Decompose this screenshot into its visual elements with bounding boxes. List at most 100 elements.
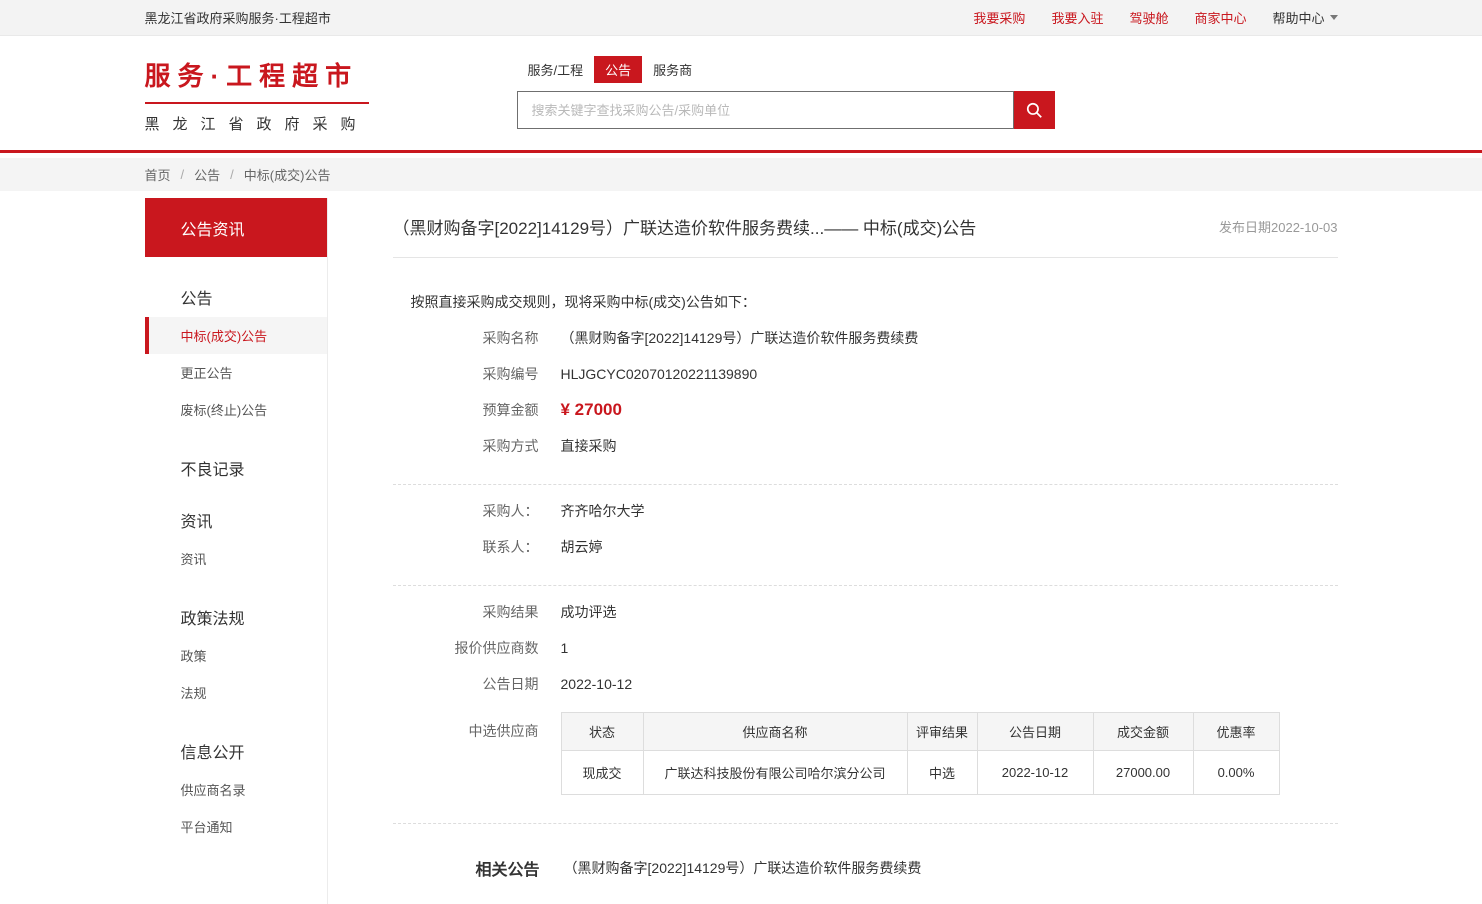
field-value: 胡云婷	[561, 537, 603, 557]
section-divider	[393, 484, 1338, 485]
sidebar-item-news[interactable]: 资讯	[145, 540, 327, 577]
top-utility-bar: 黑龙江省政府采购服务·工程超市 我要采购 我要入驻 驾驶舱 商家中心 帮助中心	[0, 0, 1482, 36]
budget-amount-value: ¥ 27000	[561, 400, 622, 420]
search-scope-tabs: 服务/工程 公告 服务商	[517, 56, 1055, 83]
top-links: 我要采购 我要入驻 驾驶舱 商家中心 帮助中心	[973, 8, 1337, 27]
top-link-purchase[interactable]: 我要采购	[973, 8, 1025, 27]
field-label: 采购名称	[393, 328, 539, 348]
field-value: 成功评选	[561, 602, 617, 622]
field-procurement-name: 采购名称 （黑财购备字[2022]14129号）广联达造价软件服务费续费	[393, 328, 1338, 348]
cell-announcement-date: 2022-10-12	[977, 751, 1093, 795]
breadcrumb-separator: /	[230, 167, 234, 182]
field-purchaser: 采购人： 齐齐哈尔大学	[393, 501, 1338, 521]
cell-status: 现成交	[561, 751, 643, 795]
sidebar-item-award-announcement[interactable]: 中标(成交)公告	[145, 317, 327, 354]
tab-service-provider[interactable]: 服务商	[642, 56, 703, 83]
sidebar-item-correction-announcement[interactable]: 更正公告	[145, 354, 327, 391]
sidebar: 公告资讯 公告 中标(成交)公告 更正公告 废标(终止)公告 不良记录 资讯 资…	[145, 198, 328, 904]
top-link-cockpit[interactable]: 驾驶舱	[1129, 8, 1168, 27]
announcement-header: （黑财购备字[2022]14129号）广联达造价软件服务费续...—— 中标(成…	[393, 198, 1338, 258]
header-accent-divider	[0, 150, 1482, 153]
sidebar-group-announcement: 公告 中标(成交)公告 更正公告 废标(终止)公告	[145, 285, 327, 428]
announcement-intro: 按照直接采购成交规则，现将采购中标(成交)公告如下：	[411, 292, 1338, 312]
tab-announcement[interactable]: 公告	[594, 56, 642, 83]
field-value: 齐齐哈尔大学	[561, 501, 645, 521]
field-label: 报价供应商数	[393, 638, 539, 658]
field-label: 公告日期	[393, 674, 539, 694]
sidebar-group-news: 资讯 资讯	[145, 508, 327, 577]
sidebar-group-title[interactable]: 公告	[145, 285, 327, 309]
selected-supplier-section: 中选供应商 状态 供应商名称 评审结果 公告日期 成交金额 优惠率	[393, 712, 1338, 795]
logo-title: 服务·工程超市	[145, 56, 369, 104]
breadcrumb-current: 中标(成交)公告	[244, 165, 331, 184]
site-name: 黑龙江省政府采购服务·工程超市	[145, 8, 331, 27]
field-procurement-result: 采购结果 成功评选	[393, 602, 1338, 622]
sidebar-group-title[interactable]: 信息公开	[145, 739, 327, 763]
supplier-table: 状态 供应商名称 评审结果 公告日期 成交金额 优惠率 现成交 广联达科技股份有…	[561, 712, 1280, 795]
related-announcements: 相关公告 （黑财购备字[2022]14129号）广联达造价软件服务费续费	[393, 856, 1338, 880]
sidebar-item-policy[interactable]: 政策	[145, 637, 327, 674]
cell-review-result: 中选	[907, 751, 977, 795]
sidebar-item-platform-notice[interactable]: 平台通知	[145, 808, 327, 845]
field-value: 2022-10-12	[561, 676, 633, 692]
logo-subtitle: 黑龙江省政府采购	[145, 113, 369, 134]
field-label: 采购结果	[393, 602, 539, 622]
sidebar-item-failed-bid-announcement[interactable]: 废标(终止)公告	[145, 391, 327, 428]
tab-service-project[interactable]: 服务/工程	[517, 56, 595, 83]
sidebar-group-title[interactable]: 不良记录	[145, 456, 327, 480]
breadcrumb-separator: /	[181, 167, 185, 182]
column-header-review-result: 评审结果	[907, 713, 977, 751]
field-procurement-method: 采购方式 直接采购	[393, 436, 1338, 456]
field-supplier-count: 报价供应商数 1	[393, 638, 1338, 658]
sidebar-group-bad-records: 不良记录	[145, 456, 327, 480]
cell-discount-rate: 0.00%	[1193, 751, 1279, 795]
top-link-join[interactable]: 我要入驻	[1051, 8, 1103, 27]
field-contact-person: 联系人： 胡云婷	[393, 537, 1338, 557]
field-procurement-number: 采购编号 HLJGCYC02070120221139890	[393, 364, 1338, 384]
field-label: 预算金额	[393, 400, 539, 420]
column-header-deal-amount: 成交金额	[1093, 713, 1193, 751]
search-button[interactable]	[1014, 91, 1055, 129]
column-header-supplier-name: 供应商名称	[643, 713, 907, 751]
sidebar-group-policy: 政策法规 政策 法规	[145, 605, 327, 711]
related-announcement-link[interactable]: （黑财购备字[2022]14129号）广联达造价软件服务费续费	[564, 858, 922, 878]
cell-supplier-name: 广联达科技股份有限公司哈尔滨分公司	[643, 751, 907, 795]
column-header-status: 状态	[561, 713, 643, 751]
field-label: 联系人：	[393, 537, 539, 557]
field-label: 采购人：	[393, 501, 539, 521]
help-center-menu[interactable]: 帮助中心	[1272, 8, 1337, 27]
site-logo[interactable]: 服务·工程超市 黑龙江省政府采购	[145, 56, 369, 134]
sidebar-group-title[interactable]: 政策法规	[145, 605, 327, 629]
announcement-detail: （黑财购备字[2022]14129号）广联达造价软件服务费续...—— 中标(成…	[328, 198, 1338, 904]
help-center-label: 帮助中心	[1272, 8, 1324, 27]
sidebar-item-supplier-directory[interactable]: 供应商名录	[145, 771, 327, 808]
field-label: 采购编号	[393, 364, 539, 384]
page-title: （黑财购备字[2022]14129号）广联达造价软件服务费续...—— 中标(成…	[393, 214, 977, 239]
field-value: （黑财购备字[2022]14129号）广联达造价软件服务费续费	[561, 328, 919, 348]
search-input[interactable]	[517, 91, 1014, 129]
sidebar-group-title[interactable]: 资讯	[145, 508, 327, 532]
field-budget-amount: 预算金额 ¥ 27000	[393, 400, 1338, 420]
related-heading: 相关公告	[476, 856, 540, 880]
cell-deal-amount: 27000.00	[1093, 751, 1193, 795]
table-row: 现成交 广联达科技股份有限公司哈尔滨分公司 中选 2022-10-12 2700…	[561, 751, 1279, 795]
breadcrumb: 首页 / 公告 / 中标(成交)公告	[0, 158, 1482, 191]
top-link-merchant-center[interactable]: 商家中心	[1194, 8, 1246, 27]
column-header-announcement-date: 公告日期	[977, 713, 1093, 751]
field-label: 采购方式	[393, 436, 539, 456]
breadcrumb-home[interactable]: 首页	[145, 165, 171, 184]
field-label: 中选供应商	[393, 712, 539, 741]
field-value: 1	[561, 640, 569, 656]
breadcrumb-announcement[interactable]: 公告	[194, 165, 220, 184]
field-value: 直接采购	[561, 436, 617, 456]
site-header: 服务·工程超市 黑龙江省政府采购 服务/工程 公告 服务商	[0, 36, 1482, 150]
sidebar-group-disclosure: 信息公开 供应商名录 平台通知	[145, 739, 327, 845]
search-icon	[1025, 101, 1044, 120]
page-content: 公告资讯 公告 中标(成交)公告 更正公告 废标(终止)公告 不良记录 资讯 资…	[0, 198, 1482, 904]
chevron-down-icon	[1330, 15, 1338, 20]
sidebar-item-regulation[interactable]: 法规	[145, 674, 327, 711]
column-header-discount-rate: 优惠率	[1193, 713, 1279, 751]
publish-date: 发布日期2022-10-03	[1219, 217, 1338, 236]
field-announcement-date: 公告日期 2022-10-12	[393, 674, 1338, 694]
sidebar-title: 公告资讯	[145, 198, 327, 257]
